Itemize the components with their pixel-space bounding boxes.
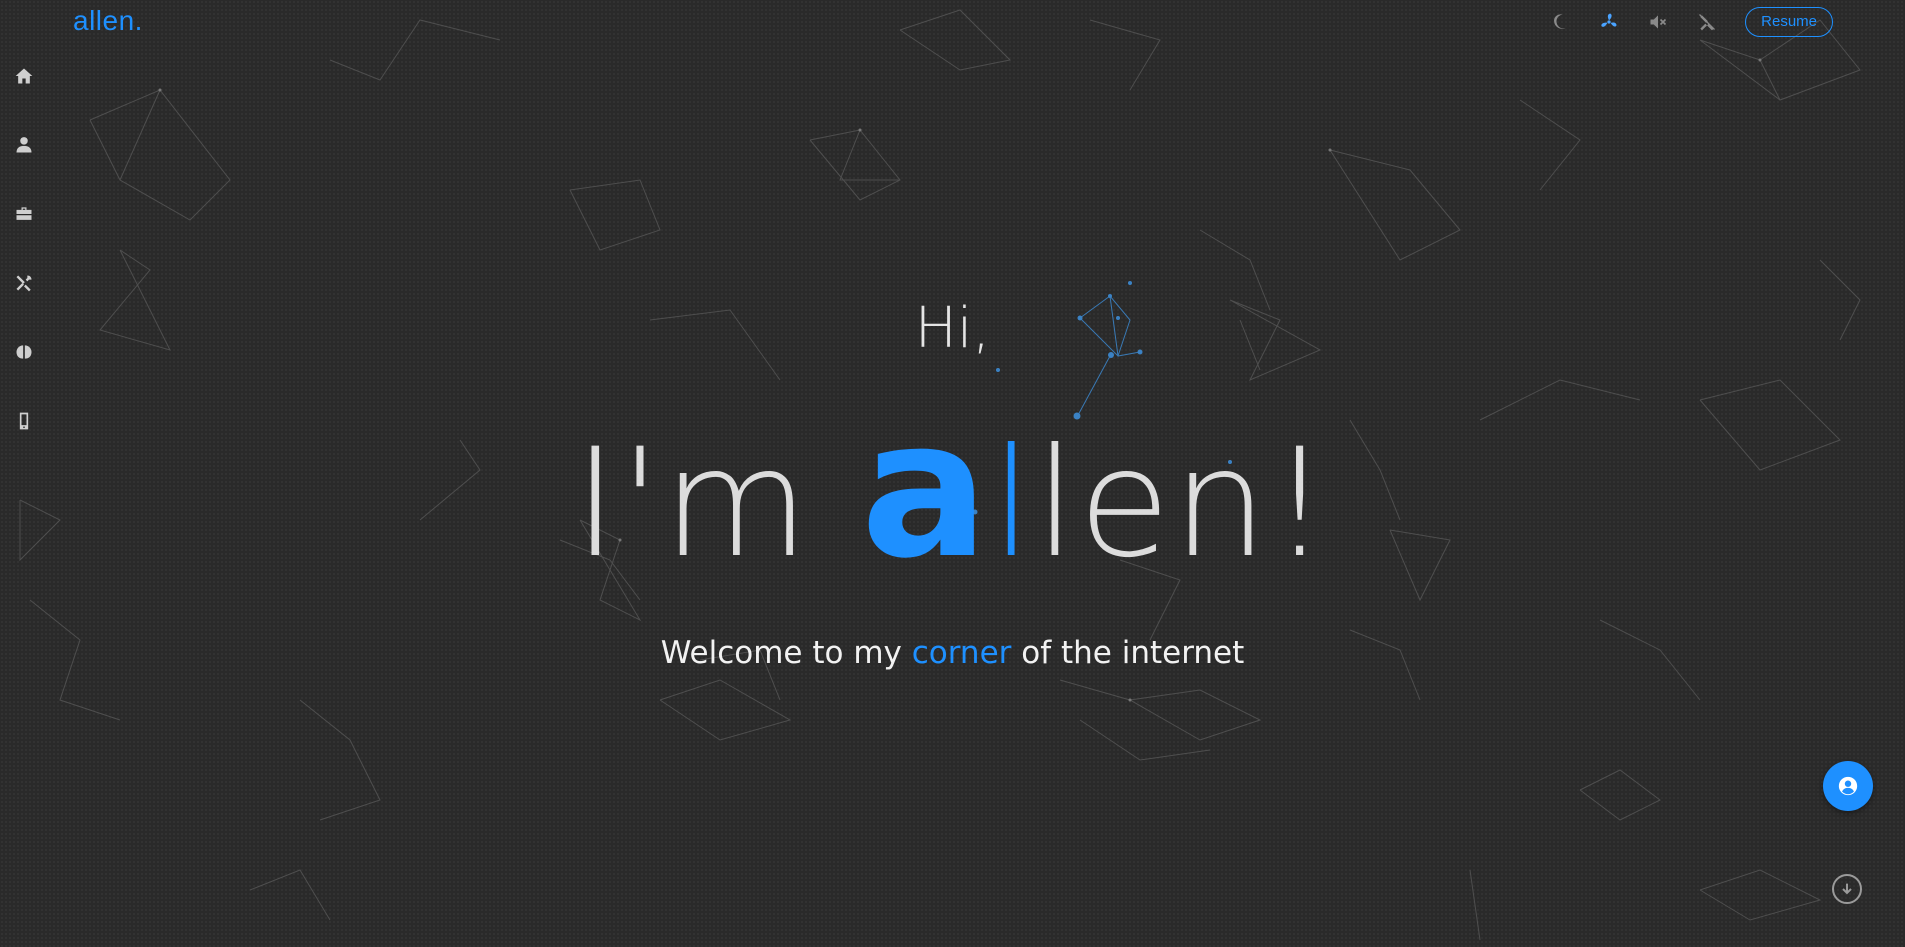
volume-mute-icon — [1650, 15, 1667, 29]
hero-name-prefix: I'm — [573, 417, 861, 591]
moon-icon — [1554, 14, 1566, 29]
hero-name-rest: len! — [1034, 417, 1332, 591]
profile-fab-button[interactable] — [1823, 761, 1873, 811]
mobile-icon — [19, 412, 29, 430]
sidebar-item-about[interactable] — [12, 133, 36, 157]
sound-toggle-button[interactable] — [1647, 11, 1669, 33]
arrow-down-circle-icon — [1842, 883, 1852, 895]
site-logo[interactable]: allen. — [73, 5, 143, 37]
tools-disabled-icon — [1699, 14, 1716, 31]
theme-toggle-button[interactable] — [1549, 11, 1571, 33]
sidebar-item-brain[interactable] — [12, 340, 36, 364]
tagline-end: of the internet — [1011, 635, 1245, 671]
sidebar-nav — [12, 64, 36, 478]
tagline-start: Welcome to my — [660, 635, 912, 671]
tools-toggle-button[interactable] — [1696, 11, 1718, 33]
scroll-down-button[interactable] — [1832, 874, 1862, 904]
briefcase-icon — [16, 207, 32, 220]
hero-name-letter-l: l — [990, 417, 1035, 591]
tools-icon — [16, 275, 32, 292]
fan-icon — [1601, 13, 1617, 27]
brain-icon — [16, 345, 32, 359]
user-circle-icon — [1838, 776, 1858, 796]
hero-name-letter-a: a — [860, 379, 991, 600]
sidebar-item-home[interactable] — [12, 64, 36, 88]
user-icon — [16, 137, 32, 153]
sidebar-item-skills[interactable] — [12, 271, 36, 295]
sidebar-item-contact[interactable] — [12, 409, 36, 433]
home-icon — [15, 68, 33, 84]
resume-button[interactable]: Resume — [1745, 7, 1833, 37]
hero-tagline: Welcome to my corner of the internet — [0, 635, 1905, 671]
sidebar-item-experience[interactable] — [12, 202, 36, 226]
tagline-accent: corner — [911, 635, 1012, 671]
particles-toggle-button[interactable] — [1598, 11, 1620, 33]
hero-title: I'm allen! — [0, 395, 1905, 585]
top-toolbar: Resume — [1549, 7, 1833, 37]
hero-greeting: Hi, — [914, 296, 991, 361]
